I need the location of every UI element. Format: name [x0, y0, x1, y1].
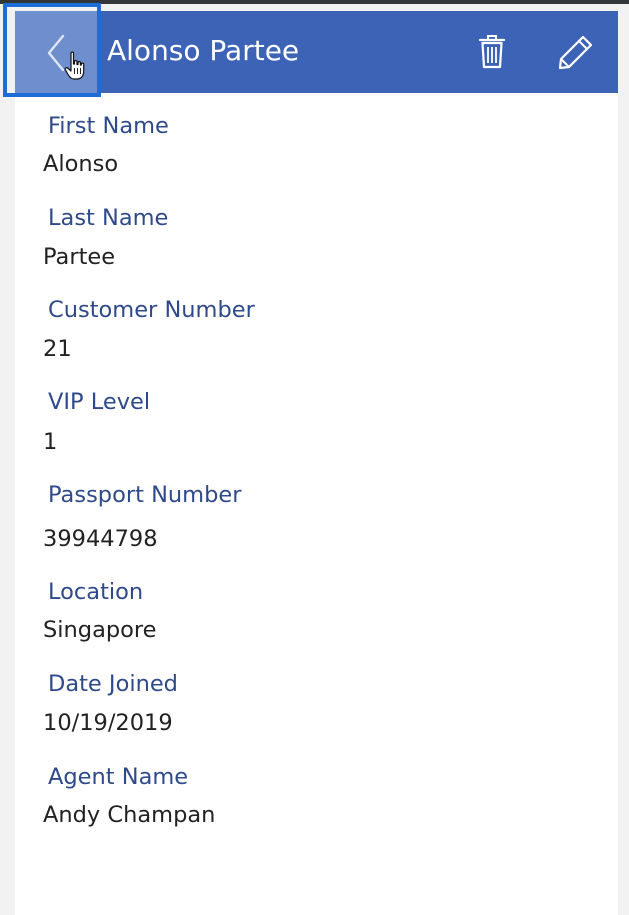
trash-icon — [478, 35, 506, 69]
header-bar: Alonso Partee — [15, 11, 618, 93]
field-label: Passport Number — [48, 482, 242, 508]
field-value: 21 — [43, 336, 72, 362]
detail-screen: Alonso Partee First Name Alonso Last Nam… — [15, 11, 618, 915]
field-value: 39944798 — [43, 526, 158, 552]
window-top-border — [0, 0, 629, 4]
field-label: Location — [48, 579, 144, 605]
pencil-icon — [558, 35, 593, 70]
field-label: Customer Number — [48, 297, 255, 323]
field-label: Agent Name — [48, 764, 189, 790]
record-title: Alonso Partee — [107, 34, 300, 67]
back-button[interactable] — [15, 11, 99, 93]
field-value: Singapore — [43, 617, 157, 643]
field-value: 1 — [43, 429, 58, 455]
field-label: Last Name — [48, 205, 169, 231]
hand-cursor-icon — [64, 51, 85, 80]
field-label: First Name — [48, 113, 169, 139]
field-label: VIP Level — [48, 389, 151, 415]
field-value: 10/19/2019 — [43, 710, 173, 736]
edit-button[interactable] — [556, 32, 596, 72]
field-value: Andy Champan — [43, 802, 216, 828]
delete-button[interactable] — [472, 32, 512, 72]
field-label: Date Joined — [48, 671, 178, 697]
field-value: Alonso — [43, 151, 119, 177]
field-value: Partee — [43, 244, 116, 270]
